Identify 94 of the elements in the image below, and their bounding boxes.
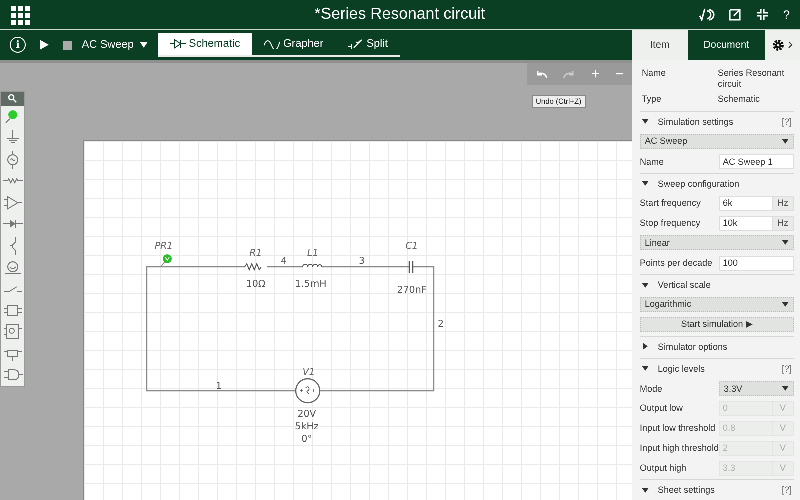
component-value: 5kHz (295, 422, 319, 432)
collapsed-arrow-icon (642, 343, 649, 350)
section-title: Sheet settings (658, 485, 716, 496)
export-icon[interactable] (729, 8, 742, 21)
input-field[interactable]: 100 (719, 256, 794, 271)
sqrt-icon[interactable] (699, 8, 716, 22)
input-field[interactable]: 10k (719, 216, 772, 231)
play-icon[interactable] (40, 40, 49, 50)
search-icon[interactable] (1, 92, 24, 106)
section-title: Vertical scale (658, 280, 712, 290)
dropdown[interactable]: 3.3V (719, 381, 794, 396)
panel-tab[interactable]: Item (632, 30, 688, 60)
diode-icon (170, 39, 186, 49)
collapse-icon[interactable] (756, 8, 770, 21)
section-title: Sweep configuration (658, 178, 741, 189)
input-field[interactable]: 6k (719, 196, 772, 211)
component-value: 0° (302, 434, 312, 445)
property-value: Schematic (718, 94, 762, 105)
expanded-arrow-icon (782, 138, 789, 145)
field-label: Mode (640, 384, 664, 394)
section-title: Simulation settings (658, 116, 735, 127)
unit-label: Hz (772, 216, 794, 231)
property-label: Name (642, 68, 668, 78)
property-value: Series Resonant circuit (718, 68, 786, 90)
dropdown[interactable]: AC Sweep (640, 134, 794, 149)
unit-label: Hz (772, 196, 794, 211)
node-label: 3 (358, 256, 366, 267)
help-link[interactable]: [?] (782, 485, 792, 496)
start-simulation-button[interactable]: Start simulation ▶ (640, 316, 794, 332)
expanded-arrow-icon (642, 365, 649, 372)
component-label: L1 (307, 248, 319, 259)
help-link[interactable]: [?] (782, 364, 792, 374)
component-value: 20V (298, 409, 316, 420)
ac-source-drawing[interactable] (295, 378, 321, 404)
input-field[interactable]: AC Sweep 1 (719, 154, 794, 170)
section-title: Logic levels (658, 364, 706, 374)
field-label: Output low (640, 403, 684, 414)
unit-label: V (772, 460, 794, 476)
resistor-drawing[interactable] (244, 262, 262, 272)
view-tab[interactable]: Split (336, 33, 400, 55)
view-tab[interactable]: Schematic (158, 33, 252, 55)
expanded-arrow-icon (642, 118, 649, 126)
component-value: 1.5mH (295, 279, 327, 290)
probe-drawing[interactable] (160, 254, 172, 268)
apps-grid-icon[interactable] (10, 4, 30, 24)
expanded-arrow-icon (642, 282, 649, 289)
resistor-icon (2, 178, 24, 184)
dropdown[interactable]: Logarithmic (640, 296, 794, 312)
chevron-icon (788, 41, 793, 49)
component-label: PR1 (154, 241, 174, 252)
component-label: C1 (406, 241, 418, 252)
component-value: 270nF (397, 285, 427, 296)
node-label: 1 (216, 381, 222, 392)
info-button[interactable]: i (10, 37, 26, 53)
settings-icon (772, 38, 785, 52)
field-label: Name (640, 156, 666, 167)
expanded-arrow-icon (642, 486, 649, 494)
expanded-arrow-icon (642, 180, 649, 188)
stop-icon[interactable] (63, 40, 72, 50)
unit-label: V (772, 400, 794, 416)
help-button[interactable]: ? (783, 8, 790, 22)
document-title: *Series Resonant circuit (314, 6, 486, 22)
undo-icon[interactable] (534, 70, 548, 78)
component-label: V1 (302, 367, 316, 378)
expanded-arrow-icon (782, 300, 789, 308)
settings-button[interactable] (765, 30, 800, 60)
capacitor-drawing[interactable] (408, 260, 414, 274)
field-label: Output high (640, 463, 688, 474)
field-label: Start frequency (640, 198, 702, 208)
node-label: 2 (438, 319, 444, 330)
switch-icon (2, 286, 22, 293)
field-label: Points per decade (640, 258, 714, 268)
component-label: R1 (250, 248, 262, 259)
help-link[interactable]: [?] (782, 116, 792, 127)
field-label: Input high threshold (640, 443, 719, 454)
section-title: Simulator options (658, 342, 729, 352)
property-label: Type (642, 94, 663, 104)
wave-icon (264, 39, 280, 49)
expanded-arrow-icon (782, 239, 789, 246)
node-label: 4 (280, 256, 288, 267)
split-icon (348, 39, 364, 49)
component-value: 10Ω (246, 279, 266, 290)
field-label: Input low threshold (640, 423, 717, 434)
view-tab[interactable]: Grapher (252, 33, 336, 55)
unit-label: V (772, 440, 794, 456)
unit-label: V (772, 420, 794, 436)
expanded-arrow-icon (782, 385, 789, 392)
analysis-dropdown[interactable]: AC Sweep (82, 39, 148, 51)
transistor-icon (8, 236, 16, 256)
caret-icon (140, 42, 148, 48)
dropdown[interactable]: Linear (640, 235, 794, 250)
inductor-drawing[interactable] (302, 264, 322, 268)
module-icon (2, 322, 24, 342)
field-label: Stop frequency (640, 218, 702, 228)
